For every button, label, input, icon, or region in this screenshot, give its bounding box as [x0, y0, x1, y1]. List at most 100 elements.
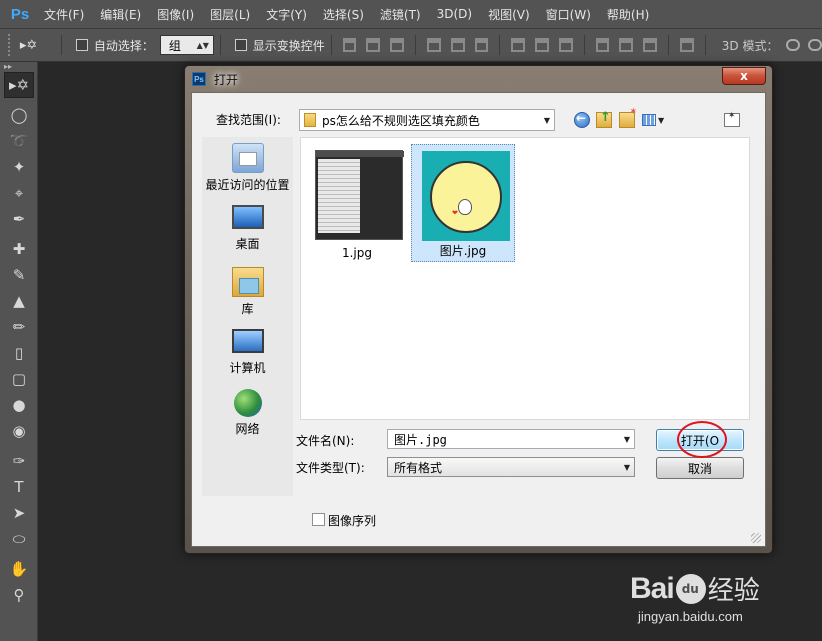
new-folder-icon[interactable]	[619, 107, 637, 128]
collapse-panel-icon[interactable]: ▸▸	[0, 62, 37, 72]
menu-image[interactable]: 图像(I)	[151, 6, 200, 23]
move-tool-icon[interactable]: ▸✡	[20, 38, 55, 53]
chevron-down-icon: ▼	[623, 462, 631, 472]
crop-tool-icon[interactable]: ⌖	[4, 180, 34, 206]
distribute-vertical-center-icon[interactable]	[535, 38, 549, 52]
place-label: 计算机	[229, 361, 266, 375]
place-library[interactable]: 库	[202, 267, 293, 317]
dialog-titlebar[interactable]: Ps 打开 x	[185, 66, 772, 92]
divider	[583, 35, 585, 55]
cancel-button[interactable]: 取消	[656, 457, 744, 479]
file-name-label: 文件名(N):	[296, 434, 355, 448]
menu-file[interactable]: 文件(F)	[38, 6, 90, 23]
tools-panel: ▸▸ ▸✡ ◯ ➰ ✦ ⌖ ✒ ✚ ✎ ▲ ✏ ▯ ▢ ● ◉ ✑ T ➤ ⬭ …	[0, 62, 38, 641]
hand-tool-icon[interactable]: ✋	[4, 556, 34, 582]
distribute-bottom-icon[interactable]	[558, 38, 573, 52]
eraser-icon[interactable]: ▯	[4, 340, 34, 366]
resize-grip[interactable]	[751, 533, 761, 543]
clone-stamp-icon[interactable]: ▲	[4, 288, 34, 314]
menu-type[interactable]: 文字(Y)	[260, 6, 313, 23]
eyedropper-icon[interactable]: ✒	[4, 206, 34, 232]
marquee-tool-icon[interactable]: ◯	[4, 102, 34, 128]
divider	[704, 35, 706, 55]
align-left-icon[interactable]	[427, 38, 441, 52]
place-computer[interactable]: 计算机	[202, 329, 293, 376]
magic-wand-icon[interactable]: ✦	[4, 154, 34, 180]
desktop-icon	[231, 205, 264, 229]
library-icon	[231, 267, 264, 297]
dodge-icon[interactable]: ◉	[4, 418, 34, 444]
3d-roll-icon[interactable]	[808, 39, 822, 51]
menu-layer[interactable]: 图层(L)	[204, 6, 256, 23]
auto-select-target-dropdown[interactable]: 组 ▲▼	[159, 35, 214, 55]
chevron-updown-icon: ▲▼	[196, 40, 209, 50]
up-folder-icon[interactable]	[596, 110, 612, 128]
move-tool-icon[interactable]: ▸✡	[4, 72, 34, 98]
watermark-brand: Bai	[630, 571, 675, 605]
menu-edit[interactable]: 编辑(E)	[94, 6, 147, 23]
menu-filter[interactable]: 滤镜(T)	[374, 6, 427, 23]
divider	[61, 35, 63, 55]
distribute-top-icon[interactable]	[511, 38, 526, 52]
brush-tool-icon[interactable]: ✎	[4, 262, 34, 288]
look-in-dropdown[interactable]: ps怎么给不规则选区填充颜色 ▼	[299, 109, 555, 131]
view-menu-button[interactable]: ▼	[642, 112, 668, 128]
auto-select-label: 自动选择：	[93, 38, 154, 53]
divider	[499, 35, 501, 55]
distribute-right-icon[interactable]	[643, 38, 658, 52]
menu-bar: Ps 文件(F) 编辑(E) 图像(I) 图层(L) 文字(Y) 选择(S) 滤…	[0, 0, 822, 29]
type-tool-icon[interactable]: T	[4, 474, 34, 500]
pen-tool-icon[interactable]: ✑	[4, 448, 34, 474]
menu-help[interactable]: 帮助(H)	[601, 6, 655, 23]
history-brush-icon[interactable]: ✏	[4, 314, 34, 340]
place-recent[interactable]: 最近访问的位置	[202, 143, 293, 193]
back-icon[interactable]	[574, 111, 590, 128]
chevron-down-icon: ▼	[658, 115, 665, 125]
dialog-body: 查找范围(I): ps怎么给不规则选区填充颜色 ▼ ▼ 最近访问的位置 桌面	[191, 92, 766, 547]
place-label: 库	[241, 302, 254, 316]
menu-window[interactable]: 窗口(W)	[540, 6, 597, 23]
file-thumbnail	[315, 150, 404, 240]
distribute-left-icon[interactable]	[595, 38, 610, 52]
3d-rotate-icon[interactable]	[786, 39, 801, 51]
align-horizontal-center-icon[interactable]	[450, 38, 465, 52]
lasso-tool-icon[interactable]: ➰	[4, 128, 34, 154]
options-bar-grip[interactable]	[8, 34, 14, 56]
auto-select-target-value: 组	[168, 38, 181, 53]
healing-brush-icon[interactable]: ✚	[4, 236, 34, 262]
file-type-select[interactable]: 所有格式 ▼	[387, 457, 635, 477]
close-button[interactable]: x	[722, 67, 766, 85]
file-name-input[interactable]: 图片.jpg ▼	[387, 429, 635, 449]
divider	[668, 35, 669, 55]
gradient-icon[interactable]: ▢	[4, 366, 34, 392]
show-transform-controls-checkbox[interactable]	[234, 39, 247, 51]
menu-select[interactable]: 选择(S)	[317, 6, 370, 23]
file-item[interactable]: 1.jpg	[305, 144, 409, 262]
watermark-product: 经验	[707, 576, 760, 606]
place-network[interactable]: 网络	[202, 389, 293, 437]
zoom-tool-icon[interactable]: ⚲	[4, 582, 34, 608]
auto-select-checkbox[interactable]	[76, 39, 88, 51]
menu-3d[interactable]: 3D(D)	[431, 7, 478, 21]
distribute-horizontal-center-icon[interactable]	[619, 38, 634, 52]
folder-icon	[304, 113, 316, 127]
chevron-down-icon[interactable]: ▼	[620, 435, 634, 444]
path-select-icon[interactable]: ➤	[4, 500, 34, 526]
image-sequence-checkbox[interactable]	[312, 513, 325, 526]
file-list[interactable]: 1.jpg ❤ 图片.jpg	[300, 137, 750, 420]
file-name: 1.jpg	[341, 246, 373, 260]
align-right-icon[interactable]	[474, 38, 489, 52]
file-name: 图片.jpg	[439, 244, 487, 258]
paw-icon	[675, 573, 706, 604]
view-grid-icon	[642, 114, 656, 126]
blur-icon[interactable]: ●	[4, 392, 34, 418]
preview-toggle-icon[interactable]	[724, 111, 740, 127]
shape-tool-icon[interactable]: ⬭	[4, 526, 34, 552]
align-vertical-center-icon[interactable]	[366, 38, 381, 52]
menu-view[interactable]: 视图(V)	[482, 6, 536, 23]
place-desktop[interactable]: 桌面	[202, 205, 293, 252]
align-bottom-icon[interactable]	[390, 38, 405, 52]
align-top-icon[interactable]	[342, 38, 357, 52]
auto-align-layers-icon[interactable]	[680, 38, 694, 52]
file-item-selected[interactable]: ❤ 图片.jpg	[411, 144, 515, 262]
